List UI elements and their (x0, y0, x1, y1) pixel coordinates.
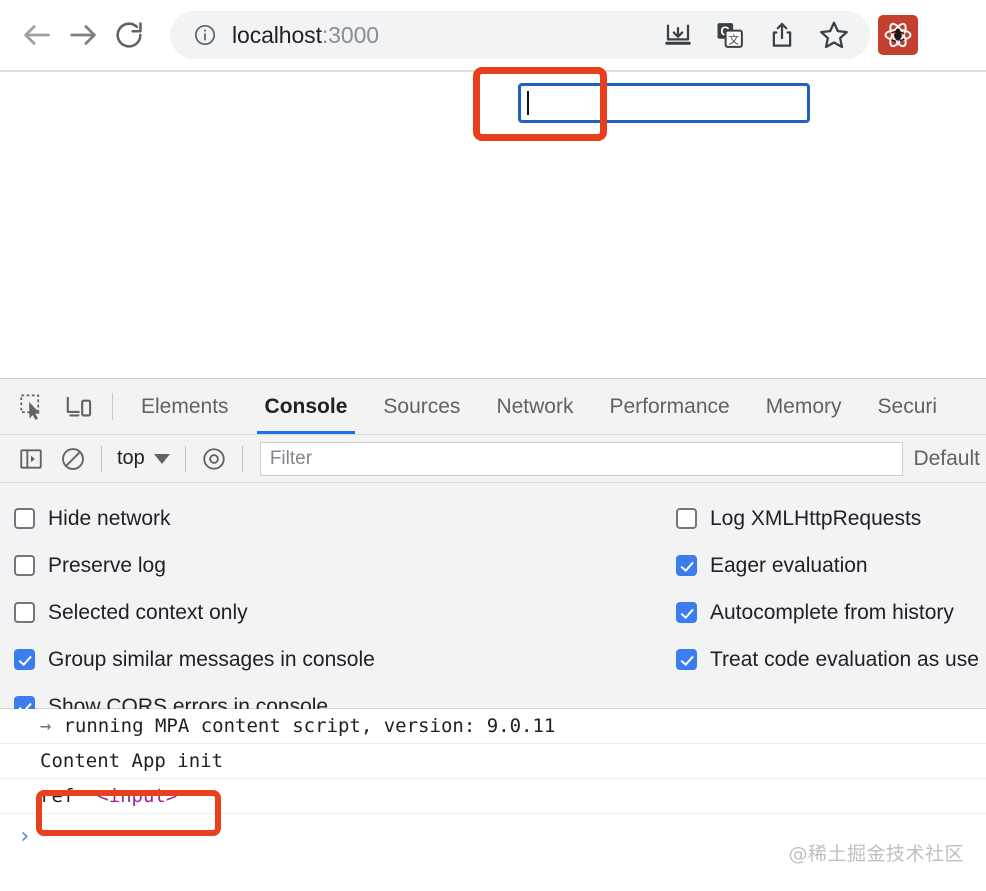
clear-console-icon[interactable] (52, 438, 94, 480)
checkbox-icon[interactable] (676, 508, 697, 529)
tab-elements[interactable]: Elements (123, 379, 247, 434)
console-sidebar-toggle-icon[interactable] (10, 438, 52, 480)
execution-context-dropdown[interactable]: top (109, 447, 178, 470)
tab-sources[interactable]: Sources (365, 379, 478, 434)
toolbar-divider-2 (184, 445, 186, 472)
reload-icon (113, 19, 145, 51)
console-filter-input[interactable] (259, 441, 904, 476)
reload-button[interactable] (106, 12, 152, 58)
console-settings-pane: Hide network Preserve log Selected conte… (0, 483, 986, 718)
message-arrow-icon: → (40, 715, 52, 737)
setting-hide-network[interactable]: Hide network (14, 495, 375, 542)
bookmark-star-icon[interactable] (808, 13, 860, 57)
setting-treat-code-evaluation-as-user-action[interactable]: Treat code evaluation as use (676, 636, 979, 683)
setting-label: Hide network (48, 506, 171, 530)
toolbar-divider-1 (101, 445, 102, 472)
address-bar-url: localhost:3000 (232, 22, 652, 49)
setting-label: Treat code evaluation as use (710, 647, 979, 671)
translate-icon[interactable]: G 文 (704, 13, 756, 57)
tab-performance[interactable]: Performance (591, 379, 747, 434)
console-message-row[interactable]: Content App init (0, 744, 986, 779)
tab-network[interactable]: Network (478, 379, 591, 434)
tab-memory[interactable]: Memory (748, 379, 860, 434)
checkbox-checked-icon[interactable] (14, 649, 35, 670)
setting-label: Log XMLHttpRequests (710, 506, 922, 530)
setting-log-xmlhttprequests[interactable]: Log XMLHttpRequests (676, 495, 979, 542)
info-circle-icon[interactable] (192, 22, 218, 48)
svg-text:文: 文 (728, 33, 739, 46)
forward-button[interactable] (60, 12, 106, 58)
console-settings-right-column: Log XMLHttpRequests Eager evaluation Aut… (676, 495, 979, 683)
devtools-panel: Elements Console Sources Network Perform… (0, 378, 986, 891)
save-to-drive-icon[interactable] (652, 13, 704, 57)
watermark: @稀土掘金技术社区 (788, 843, 964, 865)
omnibox-action-icons: G 文 (652, 13, 860, 57)
execution-context-label: top (117, 447, 145, 469)
setting-label: Selected context only (48, 600, 248, 624)
setting-label: Autocomplete from history (710, 600, 954, 624)
back-button[interactable] (14, 12, 60, 58)
browser-toolbar: localhost:3000 G 文 (0, 0, 986, 72)
console-ref-label: ref (40, 785, 75, 807)
arrow-left-icon (20, 18, 54, 52)
share-icon[interactable] (756, 13, 808, 57)
tabbar-divider (112, 393, 113, 420)
console-message-row[interactable]: → running MPA content script, version: 9… (0, 709, 986, 744)
address-bar[interactable]: localhost:3000 G 文 (170, 11, 870, 59)
tab-console[interactable]: Console (247, 379, 366, 434)
navigation-buttons (14, 12, 152, 58)
console-toolbar: top Default (0, 435, 986, 483)
checkbox-icon[interactable] (14, 602, 35, 623)
devtools-tabbar: Elements Console Sources Network Perform… (0, 379, 986, 435)
text-cursor-caret (527, 91, 529, 115)
console-ref-value: <input> (97, 785, 178, 807)
checkbox-icon[interactable] (14, 508, 35, 529)
console-message-text: running MPA content script, version: 9.0… (63, 715, 556, 737)
checkbox-checked-icon[interactable] (676, 555, 697, 576)
device-toolbar-icon[interactable] (56, 379, 102, 434)
checkbox-checked-icon[interactable] (676, 649, 697, 670)
browser-window: localhost:3000 G 文 (0, 0, 986, 891)
setting-preserve-log[interactable]: Preserve log (14, 542, 375, 589)
tab-security[interactable]: Securi (860, 379, 956, 434)
console-message-row-ref[interactable]: ref <input> (0, 779, 986, 814)
inspect-element-icon[interactable] (10, 379, 56, 434)
setting-label: Preserve log (48, 553, 166, 577)
toolbar-divider-3 (241, 445, 243, 472)
react-devtools-extension-icon[interactable] (878, 15, 918, 55)
setting-label: Eager evaluation (710, 553, 868, 577)
console-settings-left-column: Hide network Preserve log Selected conte… (14, 495, 375, 730)
log-level-dropdown[interactable]: Default (913, 447, 986, 471)
checkbox-icon[interactable] (14, 555, 35, 576)
arrow-right-icon (66, 18, 100, 52)
setting-autocomplete-from-history[interactable]: Autocomplete from history (676, 589, 979, 636)
setting-label: Group similar messages in console (48, 647, 375, 671)
address-host: localhost (232, 21, 322, 48)
console-message-text: Content App init (40, 750, 224, 772)
chevron-down-icon (153, 453, 170, 464)
checkbox-checked-icon[interactable] (676, 602, 697, 623)
live-expression-eye-icon[interactable] (193, 438, 235, 480)
page-text-input[interactable] (518, 83, 810, 123)
prompt-chevron-icon: › (18, 823, 32, 849)
setting-group-similar-messages[interactable]: Group similar messages in console (14, 636, 375, 683)
setting-eager-evaluation[interactable]: Eager evaluation (676, 542, 979, 589)
web-page-viewport (0, 72, 986, 378)
setting-selected-context-only[interactable]: Selected context only (14, 589, 375, 636)
address-port: :3000 (321, 21, 379, 48)
